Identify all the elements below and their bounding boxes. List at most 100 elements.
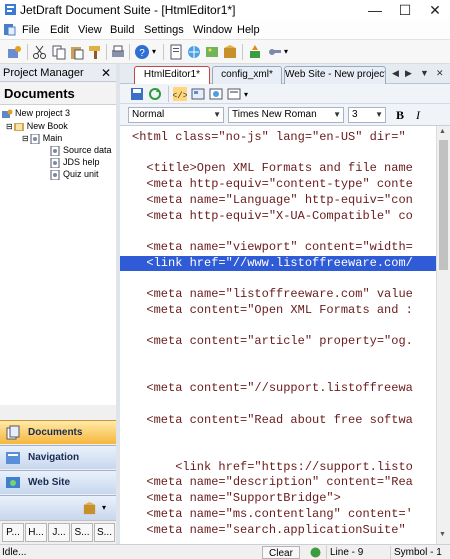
tab-config-xml[interactable]: config_xml* [212,66,282,84]
preview-icon[interactable] [191,87,205,101]
menu-edit[interactable]: Edit [50,24,69,36]
menu-settings[interactable]: Settings [144,24,184,36]
tab-list-icon[interactable]: ▼ [420,68,429,78]
code-line[interactable] [120,146,436,161]
code-line[interactable]: <meta name="listoffreeware.com" value [120,287,436,302]
cut-icon[interactable] [32,44,48,60]
code-line[interactable] [120,366,436,381]
menu-view[interactable]: View [78,24,102,36]
scroll-up-icon[interactable]: ▲ [439,128,446,135]
code-line[interactable] [120,350,436,365]
document-menu-icon[interactable] [3,23,16,36]
tab-close-icon[interactable]: ✕ [436,68,444,79]
paragraph-style-select[interactable]: Normal ▼ [128,107,224,123]
panel-tab-j[interactable]: J... [48,523,70,542]
code-line[interactable]: <meta name="viewport" content="width= [120,240,436,255]
code-line-selected[interactable]: <link href="//www.listoffreeware.com/ [120,255,436,271]
tab-web-site[interactable]: Web Site - New project [284,66,386,84]
design-view-icon[interactable] [227,87,241,101]
new-project-icon[interactable] [7,44,23,60]
help-icon[interactable]: ? [134,44,150,60]
code-line[interactable]: <meta name="ms.contentlang" content=' [120,507,436,522]
code-line[interactable] [120,271,436,286]
minimize-button[interactable]: — [360,0,390,20]
nav-button-navigation[interactable]: Navigation [0,445,116,469]
web-preview-icon[interactable] [209,87,223,101]
code-line[interactable]: <meta content="Open XML Formats and : [120,303,436,318]
close-window-button[interactable]: ✕ [420,0,450,20]
code-line[interactable]: <meta http-equiv="content-type" conte [120,177,436,192]
code-line[interactable]: <meta http-equiv="X-UA-Compatible" co [120,209,436,224]
paste-icon[interactable] [69,44,85,60]
code-line[interactable]: <meta name="SupportBridge"> [120,491,436,506]
save-icon[interactable] [130,87,144,101]
code-line[interactable]: <title>Open XML Formats and file name [120,161,436,176]
scrollbar-thumb[interactable] [439,140,448,270]
code-line[interactable] [120,397,436,412]
menu-window[interactable]: Window [193,24,232,36]
panel-tab-project[interactable]: P... [2,523,24,542]
tools-icon[interactable] [266,44,282,60]
code-line[interactable]: <meta name="description" content="Rea [120,475,436,490]
collapse-icon[interactable]: ⊟ [22,134,29,143]
code-line[interactable]: <meta content="//support.listoffreewa [120,381,436,396]
tab-prev-icon[interactable]: ◀ [392,68,399,79]
scroll-down-icon[interactable]: ▼ [439,531,446,538]
code-line[interactable]: <html class="no-js" lang="en-US" dir=" [120,130,436,145]
documents-heading: Documents [4,86,75,101]
maximize-button[interactable]: ☐ [390,0,420,20]
code-line[interactable]: <link href="https://support.listo [120,460,436,475]
menu-help[interactable]: Help [237,24,260,36]
bold-button[interactable]: B [396,108,404,123]
code-editor[interactable]: <html class="no-js" lang="en-US" dir=" <… [120,126,436,544]
tab-next-icon[interactable]: ▶ [405,68,412,79]
tree-node-jds-help[interactable]: JDS help [50,157,100,168]
tree-node-book[interactable]: ⊟ New Book [6,121,68,132]
nav-button-web-site[interactable]: Web Site [0,470,116,494]
copy-icon[interactable] [51,44,67,60]
font-family-select[interactable]: Times New Roman ▼ [228,107,344,123]
tools-dropdown-arrow-icon[interactable]: ▾ [284,47,288,56]
code-line[interactable]: <meta name="Language" http-equiv="con [120,193,436,208]
build-icon[interactable] [247,44,263,60]
tree-node-project[interactable]: New project 3 [2,108,70,119]
print-icon[interactable] [110,44,126,60]
tree-node-main[interactable]: ⊟ Main [22,133,62,144]
format-painter-icon[interactable] [87,44,103,60]
menu-file[interactable]: File [22,24,40,36]
globe-icon[interactable] [186,44,202,60]
collapse-icon[interactable]: ⊟ [6,122,13,131]
tree-node-label: Source data [63,145,112,155]
panel-tab-s1[interactable]: S... [71,523,93,542]
tree-node-source-data[interactable]: Source data [50,145,112,156]
tree-node-quiz-unit[interactable]: Quiz unit [50,169,99,180]
source-view-icon[interactable]: </> [173,87,187,101]
code-line[interactable]: <meta name="search.applicationSuite" [120,523,436,538]
close-panel-icon[interactable]: ✕ [101,66,111,80]
code-line[interactable] [120,444,436,459]
font-family-value: Times New Roman [232,109,317,120]
open-document-icon[interactable] [168,44,184,60]
italic-button[interactable]: I [416,108,420,123]
menu-build[interactable]: Build [110,24,134,36]
view-dropdown-arrow-icon[interactable]: ▾ [244,90,248,99]
code-line[interactable] [120,318,436,333]
panel-tab-s2[interactable]: S... [94,523,115,542]
nav-button-documents[interactable]: Documents [0,420,116,444]
image-icon[interactable] [204,44,220,60]
package-icon[interactable] [82,501,97,516]
help-dropdown-arrow-icon[interactable]: ▾ [152,47,156,56]
code-line[interactable]: <meta content="article" property="og. [120,334,436,349]
font-size-select[interactable]: 3 ▼ [348,107,386,123]
clear-button[interactable]: Clear [262,546,300,559]
editor-vertical-scrollbar[interactable]: ▲ ▼ [436,126,450,544]
code-line[interactable] [120,224,436,239]
panel-tab-h[interactable]: H... [25,523,47,542]
nav-options-arrow-icon[interactable]: ▾ [102,503,106,512]
tab-htmleditor1[interactable]: HtmlEditor1* [134,66,210,84]
code-line[interactable]: <meta content="Read about free softwa [120,413,436,428]
code-line[interactable] [120,428,436,443]
tree-node-label: JDS help [63,157,100,167]
refresh-icon[interactable] [148,87,162,101]
package-icon[interactable] [222,44,238,60]
